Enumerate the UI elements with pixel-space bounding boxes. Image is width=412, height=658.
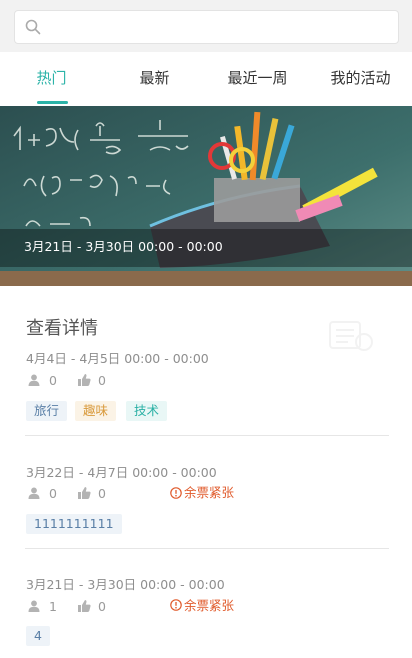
search-input[interactable] [49,11,389,43]
activity-date: 3月22日 - 4月7日 00:00 - 00:00 [26,465,217,480]
activity-card[interactable]: 3月21日 - 3月30日 00:00 - 00:00 1 0 余票紧张 4 [0,549,412,658]
low-tickets-warning: 余票紧张 [184,485,235,500]
thumbs-up-icon [78,374,91,386]
watermark-icon [329,321,373,351]
search-icon [25,19,41,35]
tab-hot[interactable]: 热门 [0,52,103,106]
activity-title[interactable]: 查看详情 [26,314,98,340]
activity-date: 4月4日 - 4月5日 00:00 - 00:00 [26,351,209,366]
person-icon [28,600,40,612]
low-tickets-warning: 余票紧张 [184,598,235,613]
tab-bar: 热门 最新 最近一周 我的活动 [0,52,412,106]
activity-tag: 趣味 [75,401,117,421]
activity-tag: 4 [26,626,50,646]
thumbs-up-icon [78,487,91,499]
person-icon [28,374,40,386]
activity-tag: 旅行 [26,401,68,421]
like-count: 0 [98,486,106,501]
banner[interactable]: 3月21日 - 3月30日 00:00 - 00:00 [0,106,412,286]
banner-caption: 3月21日 - 3月30日 00:00 - 00:00 [24,239,223,254]
participant-count: 1 [49,599,57,614]
participant-count: 0 [49,486,57,501]
participant-count: 0 [49,373,57,388]
activity-card[interactable]: 3月22日 - 4月7日 00:00 - 00:00 0 0 余票紧张 1111… [0,436,412,548]
alert-circle-icon [170,599,182,611]
alert-circle-icon [170,487,182,499]
activity-card[interactable]: 查看详情 4月4日 - 4月5日 00:00 - 00:00 0 0 旅行 趣味… [0,286,412,436]
like-count: 0 [98,373,106,388]
activity-tag: 1111111111 [26,514,122,534]
activity-date: 3月21日 - 3月30日 00:00 - 00:00 [26,577,225,592]
tab-my-activities[interactable]: 我的活动 [309,52,412,106]
activity-tag: 技术 [126,401,168,421]
thumbs-up-icon [78,600,91,612]
tab-latest[interactable]: 最新 [103,52,206,106]
person-icon [28,487,40,499]
tab-recent-week[interactable]: 最近一周 [206,52,309,106]
like-count: 0 [98,599,106,614]
search-box[interactable] [14,10,399,44]
search-bar [0,0,412,52]
active-tab-indicator [37,101,68,104]
